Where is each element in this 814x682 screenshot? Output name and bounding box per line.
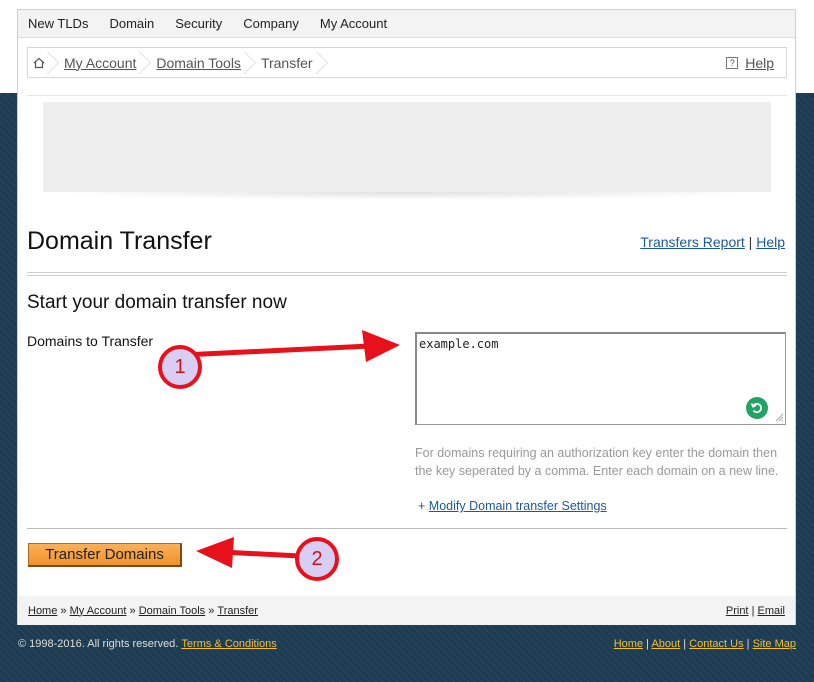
divider xyxy=(27,528,787,529)
modify-plus: + xyxy=(418,499,426,513)
footer-contact-link[interactable]: Contact Us xyxy=(689,638,743,650)
home-icon xyxy=(33,57,45,68)
domains-input[interactable]: example.com xyxy=(415,332,786,425)
title-divider xyxy=(27,272,787,276)
site-footer: © 1998-2016. All rights reserved. Terms … xyxy=(18,638,796,650)
footer-crumb-home[interactable]: Home xyxy=(28,605,57,617)
email-link[interactable]: Email xyxy=(757,605,785,617)
title-links: Transfers Report | Help xyxy=(640,234,785,250)
footer-crumb-domain-tools[interactable]: Domain Tools xyxy=(139,605,205,617)
breadcrumb: My Account Domain Tools Transfer ? Help xyxy=(27,47,787,78)
footer-home-link[interactable]: Home xyxy=(614,638,643,650)
ad-banner-placeholder xyxy=(43,102,771,192)
modify-settings: + Modify Domain transfer Settings xyxy=(418,499,607,513)
annotation-badge-2: 2 xyxy=(295,537,339,581)
breadcrumb-help-label[interactable]: Help xyxy=(745,55,774,71)
input-hint: For domains requiring an authorization k… xyxy=(415,446,779,478)
ad-shadow xyxy=(48,192,766,200)
footer-actions: Print | Email xyxy=(726,605,785,617)
page-title: Domain Transfer xyxy=(27,227,212,255)
transfer-domains-button[interactable]: Transfer Domains xyxy=(28,543,182,567)
site-footer-links: Home | About | Contact Us | Site Map xyxy=(613,638,796,650)
main-panel: New TLDs Domain Security Company My Acco… xyxy=(17,9,796,625)
nav-company[interactable]: Company xyxy=(243,16,299,31)
title-links-separator: | xyxy=(748,234,753,250)
footer-breadcrumb-bar: Home » My Account » Domain Tools » Trans… xyxy=(18,596,795,625)
footer-crumb-transfer[interactable]: Transfer xyxy=(217,605,258,617)
print-link[interactable]: Print xyxy=(726,605,749,617)
nav-security[interactable]: Security xyxy=(175,16,222,31)
breadcrumb-help[interactable]: ? Help xyxy=(726,55,774,71)
nav-new-tlds[interactable]: New TLDs xyxy=(28,16,88,31)
footer-crumb-separator: » xyxy=(129,604,136,617)
divider xyxy=(27,95,787,96)
footer-actions-separator: | xyxy=(751,604,755,617)
breadcrumb-transfer: Transfer xyxy=(251,48,323,77)
copyright: © 1998-2016. All rights reserved. xyxy=(18,638,179,650)
breadcrumb-domain-tools[interactable]: Domain Tools xyxy=(146,48,251,77)
resize-handle-icon[interactable] xyxy=(774,412,784,422)
top-navigation: New TLDs Domain Security Company My Acco… xyxy=(18,10,795,38)
footer-crumb-separator: » xyxy=(208,604,215,617)
breadcrumb-home[interactable] xyxy=(28,48,54,77)
footer-crumb-my-account[interactable]: My Account xyxy=(70,605,127,617)
annotation-badge-1: 1 xyxy=(158,345,202,389)
transfers-report-link[interactable]: Transfers Report xyxy=(640,234,745,250)
breadcrumb-my-account[interactable]: My Account xyxy=(54,48,146,77)
footer-crumb-separator: » xyxy=(60,604,67,617)
footer-sitemap-link[interactable]: Site Map xyxy=(753,638,796,650)
nav-domain[interactable]: Domain xyxy=(109,16,154,31)
domains-label: Domains to Transfer xyxy=(27,333,154,349)
help-link[interactable]: Help xyxy=(756,234,785,250)
section-title: Start your domain transfer now xyxy=(27,292,287,313)
nav-my-account[interactable]: My Account xyxy=(320,16,387,31)
help-icon: ? xyxy=(726,56,739,69)
modify-settings-link[interactable]: Modify Domain transfer Settings xyxy=(429,499,607,513)
refresh-icon[interactable] xyxy=(746,397,768,419)
terms-link[interactable]: Terms & Conditions xyxy=(181,638,276,650)
footer-about-link[interactable]: About xyxy=(651,638,680,650)
